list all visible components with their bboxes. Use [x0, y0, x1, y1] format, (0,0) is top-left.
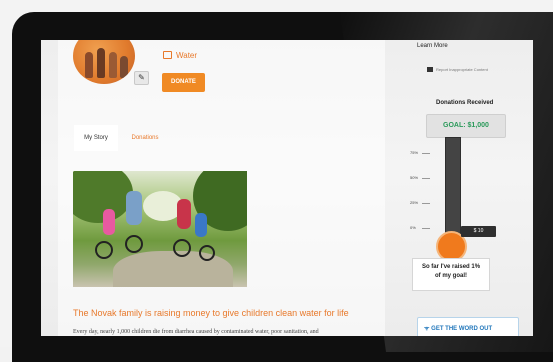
- percent-label-25: 25%: [410, 200, 419, 205]
- thermometer-tick: [422, 153, 430, 154]
- share-button[interactable]: ᯤ GET THE WORD OUT: [417, 317, 519, 336]
- flag-icon: [427, 67, 433, 72]
- amount-raised-tag: $ 10: [461, 226, 496, 237]
- goal-box: GOAL: $1,000: [426, 114, 506, 138]
- calendar-icon: [163, 51, 172, 59]
- story-text: Every day, nearly 1,000 children die fro…: [73, 329, 319, 335]
- photo-path: [113, 251, 233, 287]
- report-link[interactable]: Report Inappropriate Content: [427, 67, 488, 72]
- photo-wheel: [173, 239, 191, 257]
- thermometer-tick: [422, 228, 430, 229]
- avatar-figure: [120, 56, 128, 78]
- thermometer-tick: [422, 178, 430, 179]
- rss-icon: ᯤ: [424, 326, 430, 332]
- percent-label-0: 0%: [410, 225, 416, 230]
- photo-wheel: [199, 245, 215, 261]
- laptop-screen: ✎ Water DONATE My Story Donations The No…: [41, 40, 533, 336]
- photo-wheel: [95, 241, 113, 259]
- photo-rider: [103, 209, 115, 235]
- story-title: The Novak family is raising money to giv…: [73, 308, 349, 318]
- share-label: GET THE WORD OUT: [431, 326, 493, 332]
- photo-wheel: [125, 235, 143, 253]
- report-label: Report Inappropriate Content: [436, 67, 488, 72]
- tab-my-story[interactable]: My Story: [74, 125, 118, 151]
- donate-button[interactable]: DONATE: [162, 73, 205, 92]
- thermometer-tick: [422, 203, 430, 204]
- photo-rider: [126, 191, 142, 225]
- pencil-icon[interactable]: ✎: [134, 71, 149, 85]
- avatar-figure: [109, 52, 117, 78]
- photo-rider: [195, 213, 207, 237]
- donation-sidebar: Learn More Report Inappropriate Content …: [396, 40, 533, 336]
- avatar-figure: [97, 48, 105, 78]
- percent-label-50: 50%: [410, 175, 419, 180]
- avatar-figure: [85, 52, 93, 78]
- campaign-main: ✎ Water DONATE My Story Donations The No…: [58, 40, 385, 336]
- cause-link[interactable]: Water: [163, 51, 197, 60]
- raised-line-1: So far I've raised 1%: [421, 264, 481, 270]
- family-photo: [73, 171, 247, 287]
- learn-more-link[interactable]: Learn More: [417, 43, 448, 49]
- raised-summary: So far I've raised 1% of my goal!: [412, 258, 490, 291]
- avatar: [73, 40, 135, 84]
- raised-line-2: of my goal!: [434, 273, 467, 279]
- photo-rider: [177, 199, 191, 229]
- percent-label-75: 75%: [410, 150, 419, 155]
- donations-received-heading: Donations Received: [436, 100, 494, 106]
- cause-label: Water: [176, 51, 198, 60]
- tab-donations[interactable]: Donations: [123, 125, 167, 151]
